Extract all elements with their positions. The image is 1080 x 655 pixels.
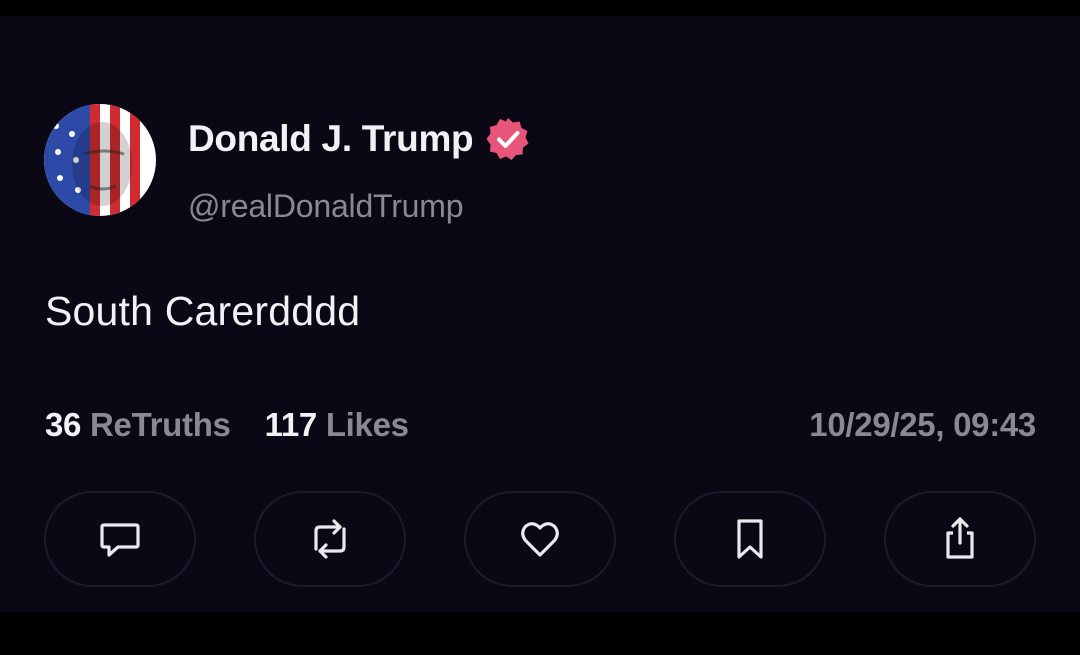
post-card: Donald J. Trump @realDonaldTrump South C… [0, 16, 1080, 612]
avatar[interactable] [44, 104, 156, 216]
author-handle[interactable]: @realDonaldTrump [188, 188, 464, 225]
post-stats: 36 ReTruths 117 Likes [45, 406, 409, 444]
bookmark-icon [737, 519, 763, 559]
retruths-count: 36 [45, 406, 82, 443]
post-actions-bar [44, 491, 1036, 587]
author-row: Donald J. Trump [188, 116, 531, 162]
bookmark-button[interactable] [674, 491, 826, 587]
avatar-image [44, 104, 156, 216]
heart-icon [521, 522, 559, 557]
likes-count: 117 [264, 406, 318, 443]
share-icon [946, 517, 974, 559]
likes-stat[interactable]: 117 Likes [265, 406, 409, 444]
reply-button[interactable] [44, 491, 196, 587]
like-button[interactable] [464, 491, 616, 587]
verified-badge-icon [486, 118, 529, 160]
retruths-stat[interactable]: 36 ReTruths [45, 406, 231, 444]
retruths-label: ReTruths [89, 406, 231, 443]
share-button[interactable] [884, 491, 1036, 587]
comment-icon [100, 523, 140, 557]
post-timestamp: 10/29/25, 09:43 [809, 406, 1036, 443]
screen: Donald J. Trump @realDonaldTrump South C… [0, 0, 1080, 655]
post-body-text: South Carerdddd [45, 288, 361, 334]
author-display-name[interactable]: Donald J. Trump [188, 118, 474, 160]
retruth-button[interactable] [254, 491, 406, 587]
likes-label: Likes [325, 406, 409, 443]
retruth-icon [314, 519, 346, 559]
